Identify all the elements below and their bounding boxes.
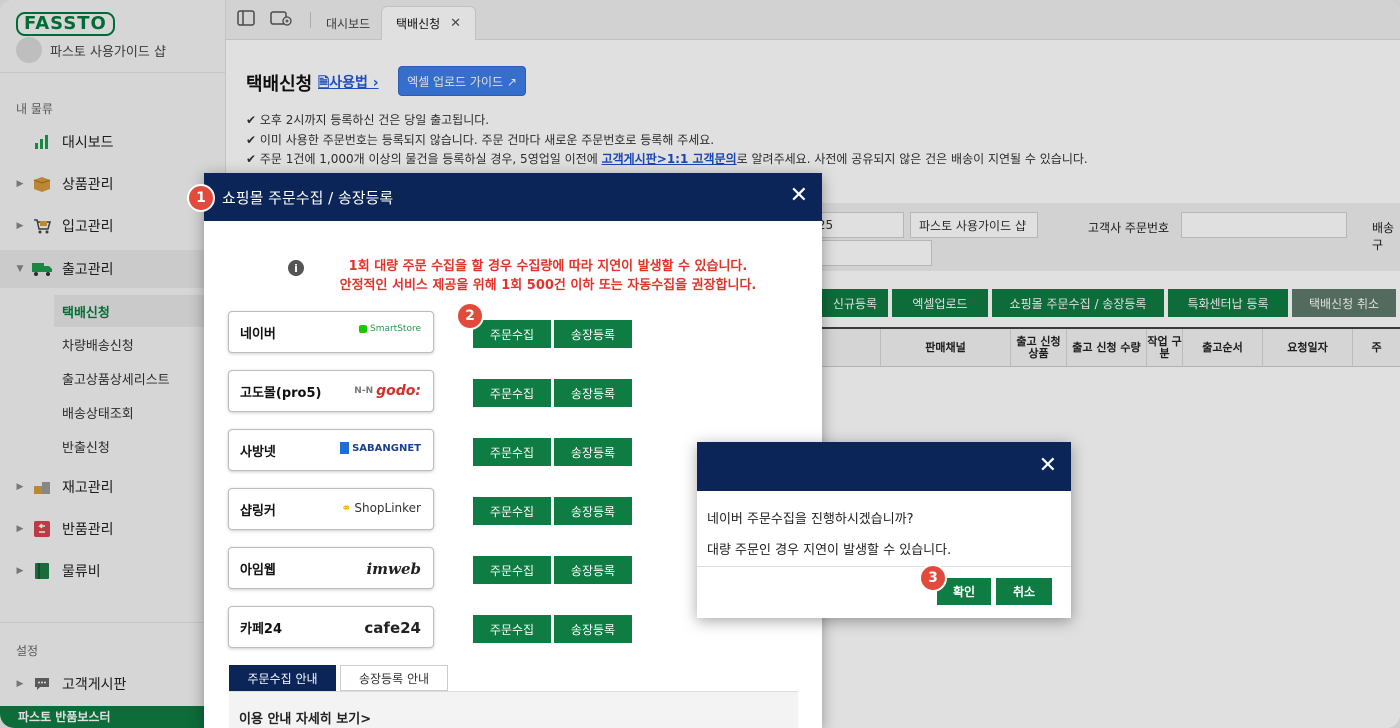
modal-title: 쇼핑몰 주문수집 / 송장등록: [222, 188, 394, 207]
shop-card-godo: 고도몰(pro5) N-N godo:: [228, 370, 434, 412]
tab-collect-guide[interactable]: 주문수집 안내: [229, 665, 336, 691]
shop-card-cafe24: 카페24 cafe24: [228, 606, 434, 648]
step-badge-3: 3: [919, 564, 947, 592]
collect-button-cafe24[interactable]: 주문수집: [473, 615, 551, 643]
collect-button-shoplinker[interactable]: 주문수집: [473, 497, 551, 525]
shoplinker-logo-icon: ⚭ ShopLinker: [341, 501, 421, 515]
godo-logo-icon: N-N godo:: [354, 383, 421, 399]
close-icon[interactable]: ✕: [790, 185, 808, 207]
invoice-button-cafe24[interactable]: 송장등록: [554, 615, 632, 643]
cafe24-logo-icon: cafe24: [364, 619, 421, 637]
smartstore-logo-icon: SmartStore: [358, 324, 421, 334]
shop-card-imweb: 아임웹 imweb: [228, 547, 434, 589]
shop-card-shoplinker: 샵링커 ⚭ ShopLinker: [228, 488, 434, 530]
shop-card-naver: 네이버 SmartStore: [228, 311, 434, 353]
collect-button-godo[interactable]: 주문수집: [473, 379, 551, 407]
collect-button-sabangnet[interactable]: 주문수집: [473, 438, 551, 466]
sabangnet-logo-icon: SABANGNET: [340, 442, 421, 454]
confirm-dialog: ✕ 네이버 주문수집을 진행하시겠습니까? 대량 주문인 경우 지연이 발생할 …: [697, 442, 1071, 618]
step-badge-2: 2: [456, 302, 484, 330]
tab-invoice-guide[interactable]: 송장등록 안내: [340, 665, 448, 691]
confirm-submessage: 대량 주문인 경우 지연이 발생할 수 있습니다.: [707, 543, 952, 558]
invoice-button-imweb[interactable]: 송장등록: [554, 556, 632, 584]
step-badge-1: 1: [187, 184, 215, 212]
collect-button-imweb[interactable]: 주문수집: [473, 556, 551, 584]
invoice-button-shoplinker[interactable]: 송장등록: [554, 497, 632, 525]
confirm-divider: [697, 566, 1071, 567]
invoice-button-sabangnet[interactable]: 송장등록: [554, 438, 632, 466]
app-window: FASSTO 파스토 사용가이드 샵 내 물류 대시보드 ▶ 상품관리 ▶ 입고…: [0, 0, 1400, 728]
confirm-cancel-button[interactable]: 취소: [996, 578, 1052, 605]
invoice-button-naver[interactable]: 송장등록: [554, 320, 632, 348]
close-icon[interactable]: ✕: [1039, 455, 1057, 477]
collect-warning: 1회 대량 주문 수집을 할 경우 수집량에 따라 지연이 발생할 수 있습니다…: [339, 259, 757, 293]
usage-info[interactable]: 이용 안내 자세히 보기>: [229, 691, 798, 728]
modal-header: 쇼핑몰 주문수집 / 송장등록 ✕: [204, 173, 822, 221]
collect-button-naver[interactable]: 주문수집: [473, 320, 551, 348]
confirm-message: 네이버 주문수집을 진행하시겠습니까?: [707, 512, 914, 527]
confirm-header: ✕: [697, 442, 1071, 491]
shop-card-sabangnet: 사방넷 SABANGNET: [228, 429, 434, 471]
imweb-logo-icon: imweb: [366, 560, 421, 578]
invoice-button-godo[interactable]: 송장등록: [554, 379, 632, 407]
